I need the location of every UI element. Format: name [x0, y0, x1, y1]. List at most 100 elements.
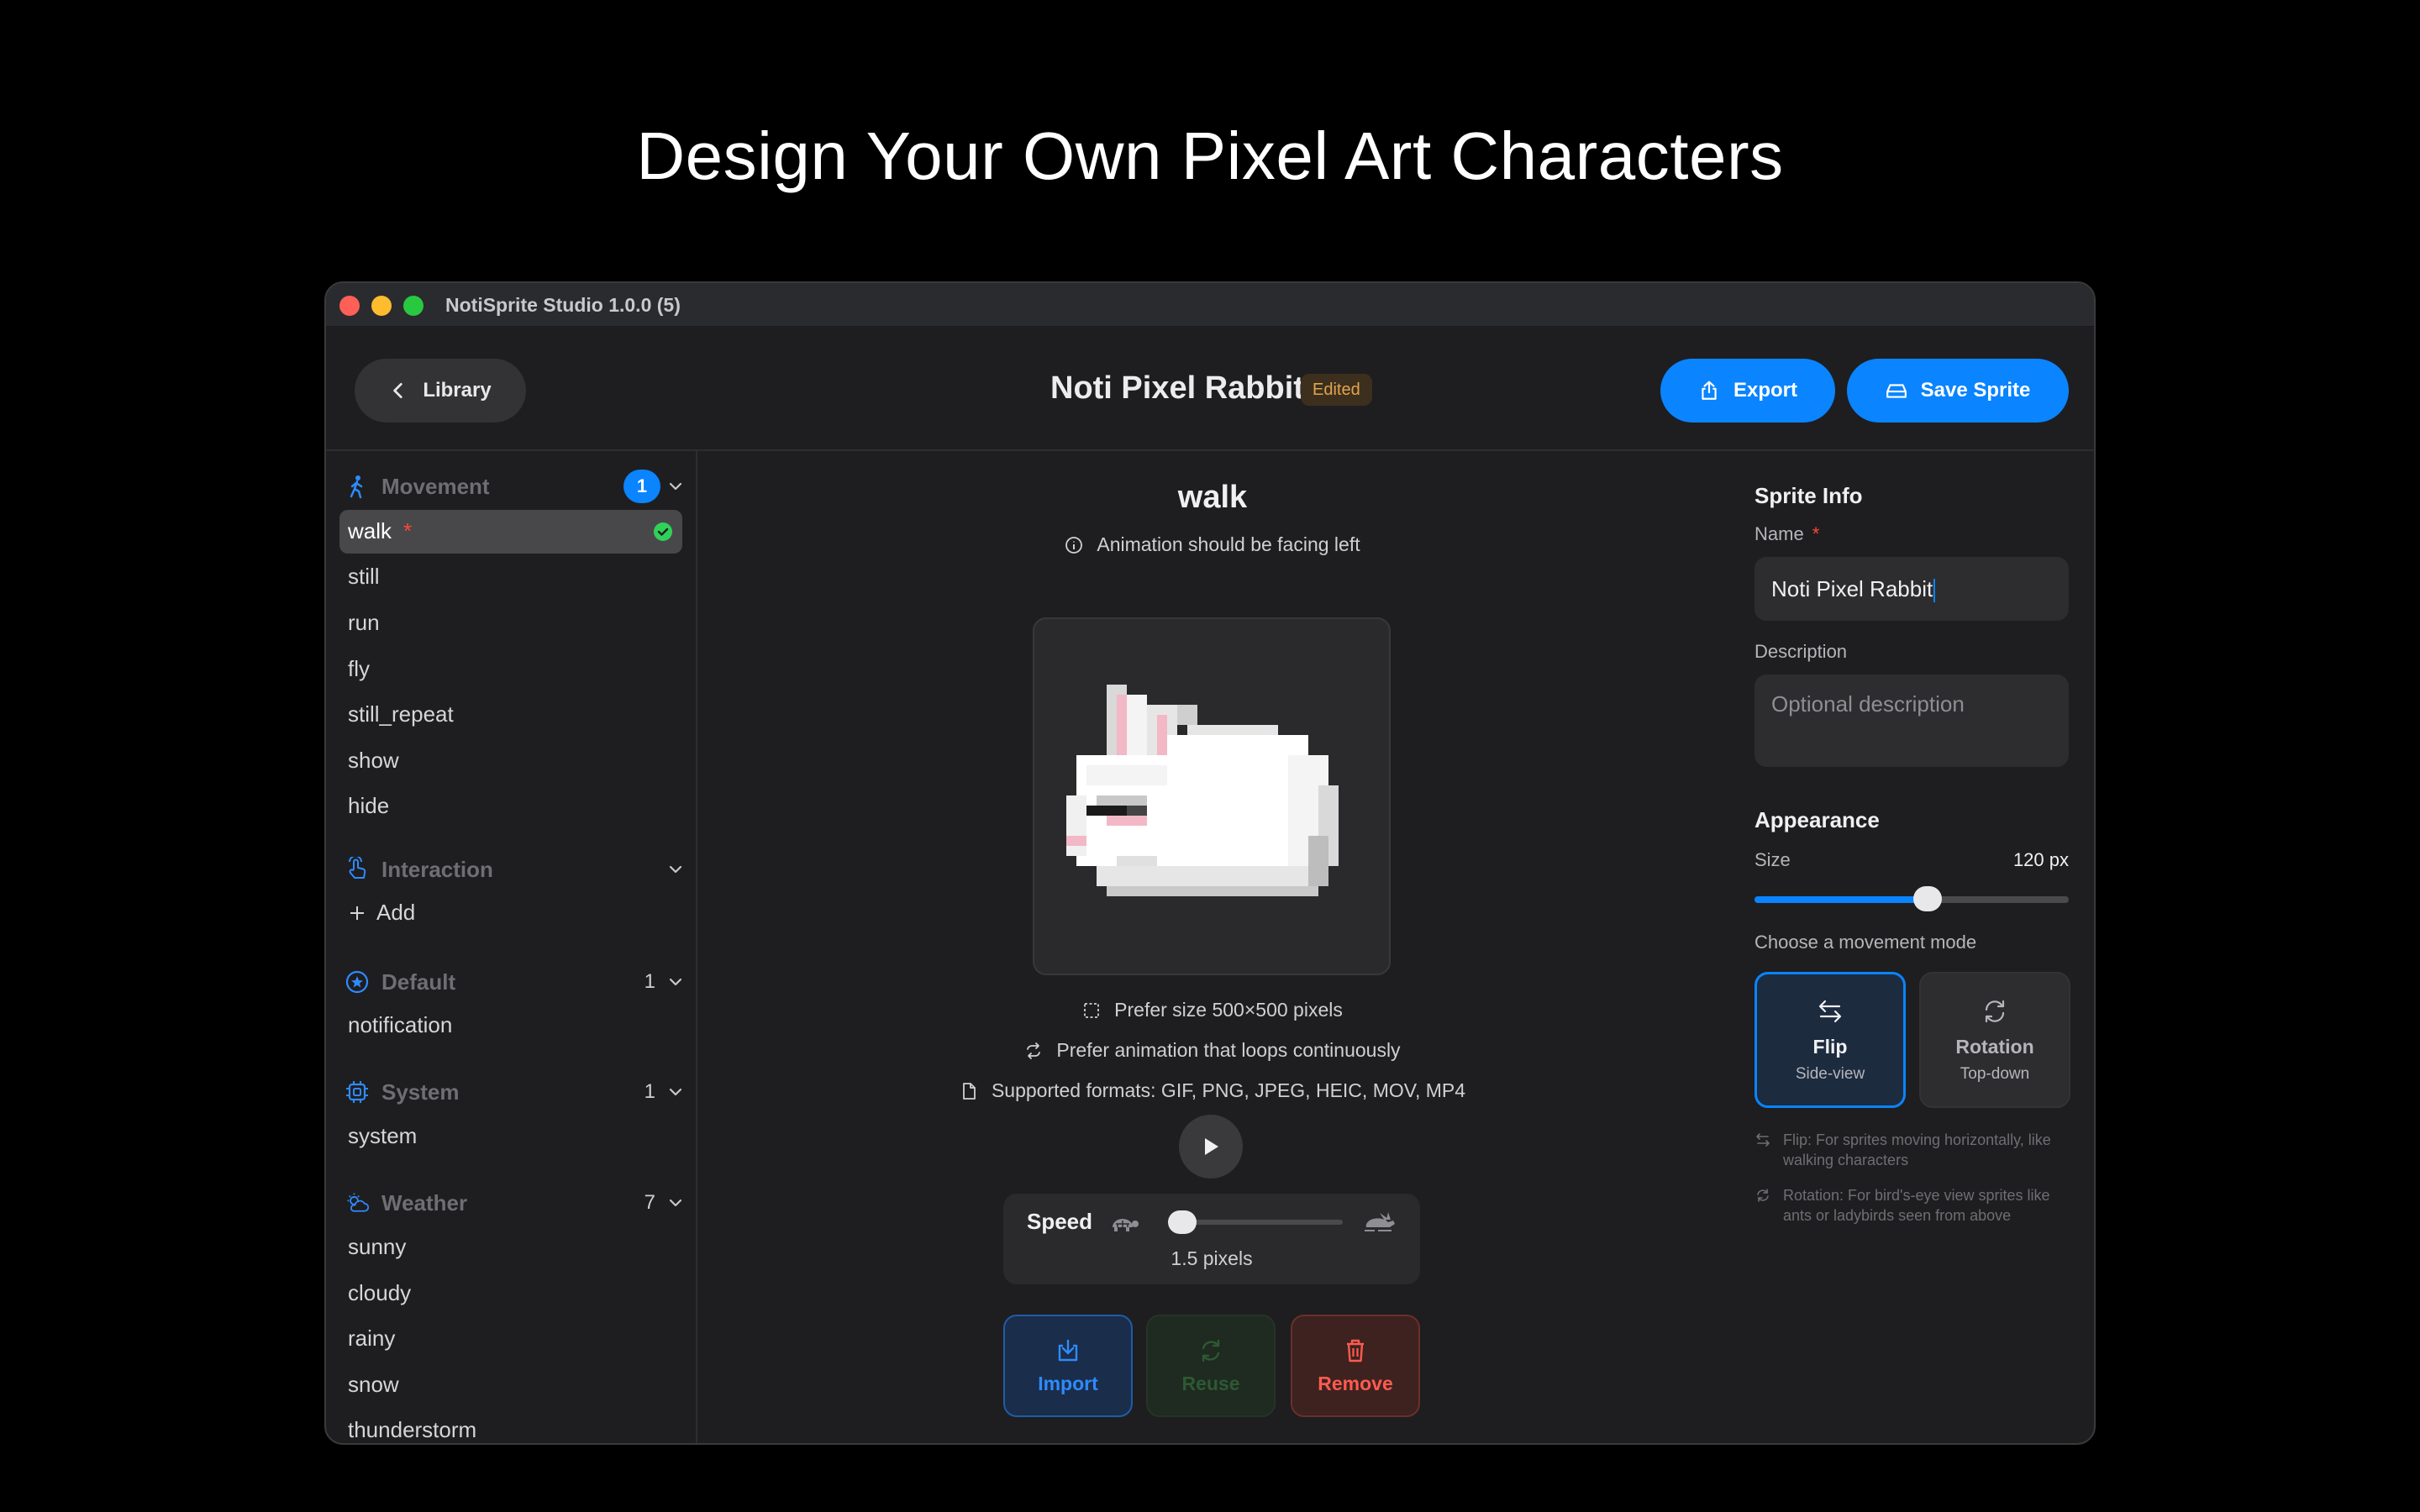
- rotation-icon: [1985, 1000, 2005, 1022]
- sidebar-item-still-repeat[interactable]: still_repeat: [348, 701, 454, 727]
- animation-editor: walk Animation should be facing left Pre…: [699, 451, 1726, 1443]
- flip-arrows-icon: [1818, 1000, 1842, 1022]
- reuse-button[interactable]: Reuse: [1146, 1315, 1276, 1417]
- cpu-chip-icon: [346, 1081, 368, 1103]
- sidebar-item-snow[interactable]: snow: [348, 1372, 399, 1398]
- chevron-down-icon[interactable]: [667, 478, 684, 495]
- size-slider-track[interactable]: [1754, 886, 2069, 911]
- walking-figure-icon: [350, 475, 363, 499]
- marketing-headline: Design Your Own Pixel Art Characters: [636, 118, 1784, 193]
- animation-title: walk: [1177, 480, 1248, 515]
- add-interaction-button[interactable]: Add: [348, 900, 415, 926]
- chevron-down-icon[interactable]: [667, 861, 684, 878]
- name-label-row: Name *: [1754, 523, 1819, 545]
- zoom-window-button[interactable]: [403, 296, 424, 316]
- description-field[interactable]: Optional description: [1754, 675, 2069, 767]
- chevron-down-icon[interactable]: [667, 974, 684, 990]
- minimize-window-button[interactable]: [371, 296, 392, 316]
- required-mark: *: [1812, 523, 1820, 544]
- sun-cloud-icon: [347, 1193, 370, 1212]
- import-button[interactable]: Import: [1003, 1315, 1133, 1417]
- sidebar-item-thunderstorm[interactable]: thunderstorm: [348, 1417, 476, 1443]
- sidebar-item-system[interactable]: system: [348, 1123, 417, 1149]
- sidebar-item-notification[interactable]: notification: [348, 1012, 452, 1038]
- flip-arrows-small-icon: [1756, 1133, 1770, 1147]
- section-default-label: Default: [381, 969, 456, 995]
- dashed-square-icon: [1084, 1002, 1100, 1018]
- section-system[interactable]: System 1: [345, 1072, 684, 1112]
- edited-badge: Edited: [1301, 374, 1372, 406]
- save-sprite-label: Save Sprite: [1920, 379, 2031, 402]
- pixel-rabbit-image: [1066, 685, 1339, 896]
- tap-hand-icon: [349, 857, 366, 879]
- remove-label: Remove: [1318, 1372, 1393, 1394]
- movement-mode-label: Choose a movement mode: [1754, 932, 1977, 953]
- appearance-heading: Appearance: [1754, 807, 1880, 832]
- text-caret: [1933, 579, 1936, 603]
- sidebar-item-run[interactable]: run: [348, 610, 380, 636]
- speed-label: Speed: [1027, 1209, 1093, 1234]
- sidebar-item-show[interactable]: show: [348, 748, 399, 774]
- library-back-button[interactable]: Library: [355, 359, 526, 423]
- sidebar-item-still[interactable]: still: [348, 564, 380, 590]
- rotation-note: Rotation: For bird's-eye view sprites li…: [1754, 1185, 2074, 1226]
- mode-rotation-title: Rotation: [1955, 1035, 2034, 1058]
- weather-count: 7: [644, 1191, 655, 1214]
- remove-button[interactable]: Remove: [1291, 1315, 1420, 1417]
- size-hint: Prefer size 500×500 pixels: [699, 999, 1726, 1021]
- sidebar-item-hide[interactable]: hide: [348, 793, 389, 819]
- movement-count-badge: 1: [623, 470, 660, 503]
- library-label: Library: [423, 379, 492, 402]
- section-weather-label: Weather: [381, 1189, 468, 1215]
- section-interaction[interactable]: Interaction: [345, 849, 684, 890]
- chevron-down-icon[interactable]: [667, 1084, 684, 1100]
- sidebar-item-fly[interactable]: fly: [348, 656, 370, 682]
- default-count: 1: [644, 970, 655, 993]
- sidebar-item-sunny[interactable]: sunny: [348, 1234, 406, 1260]
- sidebar-item-cloudy[interactable]: cloudy: [348, 1280, 411, 1306]
- mode-rotation-option[interactable]: Rotation Top-down: [1919, 972, 2070, 1108]
- play-button[interactable]: [1179, 1115, 1243, 1179]
- info-icon: [1065, 536, 1083, 554]
- loop-hint-text: Prefer animation that loops continuously: [1056, 1039, 1401, 1061]
- app-window: NotiSprite Studio 1.0.0 (5) Library Noti…: [324, 281, 2096, 1445]
- name-label: Name: [1754, 523, 1804, 544]
- sprite-preview[interactable]: [1033, 617, 1391, 975]
- mode-flip-subtitle: Side-view: [1795, 1064, 1865, 1083]
- refresh-icon: [1202, 1339, 1220, 1362]
- formats-hint: Supported formats: GIF, PNG, JPEG, HEIC,…: [699, 1079, 1726, 1102]
- plus-icon: [350, 906, 364, 920]
- mode-flip-option[interactable]: Flip Side-view: [1754, 972, 1906, 1108]
- drive-icon: [1886, 384, 1907, 398]
- size-slider-thumb[interactable]: [1912, 886, 1942, 911]
- facing-hint: Animation should be facing left: [699, 533, 1726, 556]
- speed-control: Speed 1.5 pixels: [1003, 1194, 1420, 1284]
- description-label: Description: [1754, 641, 1848, 662]
- size-slider-fill: [1754, 896, 1928, 903]
- name-field-value: Noti Pixel Rabbit: [1771, 576, 1933, 601]
- sidebar-item-label: walk: [348, 518, 392, 543]
- export-label: Export: [1733, 379, 1797, 402]
- size-hint-text: Prefer size 500×500 pixels: [1114, 999, 1343, 1021]
- required-mark: *: [403, 518, 413, 543]
- sidebar-item-rainy[interactable]: rainy: [348, 1326, 395, 1352]
- chevron-left-icon: [393, 382, 402, 399]
- speed-slider-thumb[interactable]: [1168, 1210, 1197, 1234]
- trash-icon: [1347, 1339, 1364, 1362]
- save-sprite-button[interactable]: Save Sprite: [1847, 359, 2069, 423]
- document-title: Noti Pixel Rabbit: [1050, 370, 1304, 406]
- sidebar-item-walk[interactable]: walk *: [339, 510, 682, 554]
- export-button[interactable]: Export: [1660, 359, 1835, 423]
- size-value: 120 px: [2012, 849, 2069, 870]
- name-field[interactable]: Noti Pixel Rabbit: [1754, 557, 2069, 621]
- close-window-button[interactable]: [339, 296, 360, 316]
- section-default[interactable]: Default 1: [345, 962, 684, 1002]
- window-title: NotiSprite Studio 1.0.0 (5): [445, 294, 681, 316]
- flip-note: Flip: For sprites moving horizontally, l…: [1754, 1130, 2074, 1170]
- section-weather[interactable]: Weather 7: [345, 1183, 684, 1223]
- tortoise-icon: [1113, 1219, 1139, 1231]
- chevron-down-icon[interactable]: [667, 1194, 684, 1211]
- star-circle-icon: [345, 970, 369, 994]
- section-movement[interactable]: Movement 1: [345, 466, 684, 507]
- share-icon: [1702, 381, 1717, 400]
